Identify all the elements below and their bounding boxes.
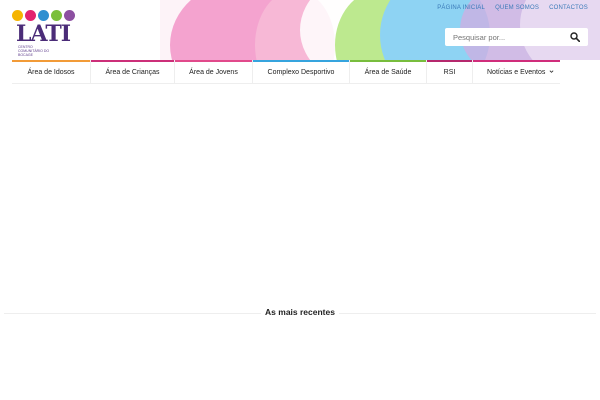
top-link-home[interactable]: PÁGINA INICIAL [437,5,485,11]
nav-item-label: Área de Saúde [364,68,412,76]
top-link-contacts[interactable]: CONTACTOS [549,5,588,11]
top-link-about[interactable]: QUEM SOMOS [495,5,539,11]
section-title: As mais recentes [261,307,339,317]
logo-dot [38,10,49,21]
search-input[interactable] [445,32,563,42]
site-header: LATI CENTRO COMUNITÁRIO DO BOCAGE PÁGINA… [0,0,600,60]
logo-dots [12,10,80,21]
logo-dot [64,10,75,21]
recent-section: As mais recentes [4,307,596,319]
nav-item-desporto[interactable]: Complexo Desportivo [253,60,350,84]
search-box [445,28,588,46]
nav-item-saude[interactable]: Área de Saúde [350,60,427,84]
nav-item-criancas[interactable]: Área de Crianças [91,60,175,84]
nav-item-noticias[interactable]: Notícias e Eventos [473,60,560,84]
chevron-down-icon [549,70,554,73]
nav-item-label: Área de Idosos [27,68,75,76]
nav-item-label: Complexo Desportivo [267,68,335,76]
site-logo[interactable]: LATI CENTRO COMUNITÁRIO DO BOCAGE [12,10,80,57]
logo-dot [51,10,62,21]
logo-dot [25,10,36,21]
nav-item-idosos[interactable]: Área de Idosos [12,60,91,84]
logo-dot [12,10,23,21]
nav-item-label: Área de Crianças [105,68,160,76]
nav-item-label: Notícias e Eventos [487,68,546,76]
search-icon[interactable] [570,32,580,42]
nav-item-rsi[interactable]: RSI [427,60,473,84]
logo-subtitle: CENTRO COMUNITÁRIO DO BOCAGE [18,45,50,57]
top-links: PÁGINA INICIAL QUEM SOMOS CONTACTOS [437,5,588,11]
logo-text: LATI [16,21,71,47]
main-nav: Área de Idosos Área de Crianças Área de … [12,60,560,84]
nav-item-label: Área de Jovens [189,68,238,76]
nav-item-label: RSI [443,68,456,76]
nav-item-jovens[interactable]: Área de Jovens [175,60,253,84]
